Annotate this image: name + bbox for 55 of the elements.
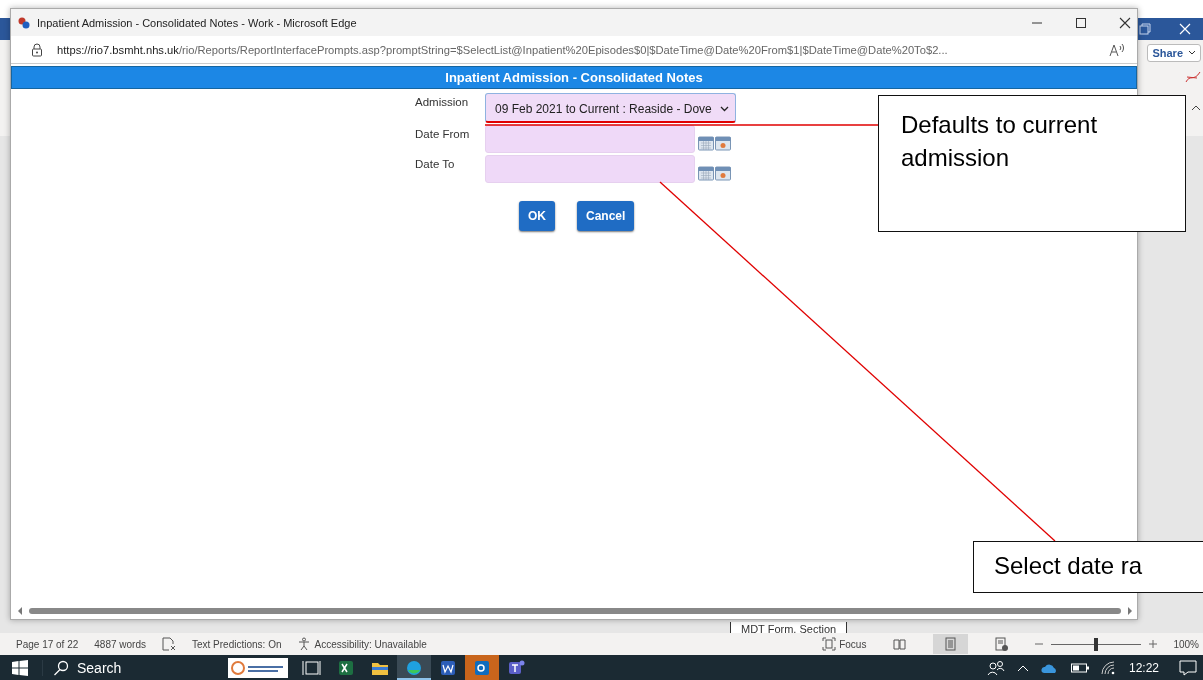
scroll-left-icon[interactable] xyxy=(17,607,23,615)
focus-icon xyxy=(822,637,837,651)
calendar-icon[interactable] xyxy=(698,135,714,151)
callout-note: Defaults to current admission xyxy=(878,95,1186,232)
address-bar-url[interactable]: https://rio7.bsmht.nhs.uk/rio/Reports/ReportInterfacePrompts.asp?promptString=$SelectList@Inpatient%20Episodes$0|$DateTime@Date%20From$1|$DateTime@Date%20To$2... xyxy=(57,43,1095,56)
people-icon[interactable] xyxy=(986,659,1005,676)
admission-dropdown[interactable]: 09 Feb 2021 to Current : Reaside - Dove xyxy=(485,93,736,123)
word-count[interactable]: 4887 words xyxy=(94,638,146,650)
close-icon[interactable] xyxy=(1119,16,1131,29)
calendar-date-icon[interactable] xyxy=(715,135,731,151)
mail-app-icon[interactable] xyxy=(465,655,500,680)
browser-app-icon[interactable] xyxy=(397,655,432,680)
form-button[interactable]: Cancel xyxy=(577,201,635,231)
page-header: Inpatient Admission - Consolidated Notes xyxy=(11,66,1137,89)
date-input-field[interactable] xyxy=(485,155,695,183)
windows-start-icon[interactable] xyxy=(12,659,28,676)
restore-icon[interactable] xyxy=(1139,23,1151,35)
window-title: Inpatient Admission - Consolidated Notes - Work - Microsoft Edge xyxy=(37,16,357,29)
app-logo-icon xyxy=(17,15,31,30)
chevron-down-icon xyxy=(719,106,729,112)
chevron-up-icon[interactable] xyxy=(1016,663,1029,672)
wifi-icon[interactable] xyxy=(1100,660,1117,675)
text-predictions-status[interactable]: Text Predictions: On xyxy=(192,638,282,650)
calendar-date-icon[interactable] xyxy=(715,165,731,181)
notification-icon[interactable] xyxy=(1179,659,1197,676)
read-view-icon[interactable] xyxy=(892,637,908,651)
chevron-down-icon xyxy=(1188,50,1196,56)
page-count[interactable]: Page 17 of 22 xyxy=(16,638,79,650)
form-button[interactable]: OK xyxy=(519,201,555,231)
slider-thumb[interactable] xyxy=(1094,637,1099,651)
field-label: Date To xyxy=(415,157,456,170)
search-box[interactable]: Search xyxy=(42,659,222,676)
battery-icon[interactable] xyxy=(1070,662,1089,673)
share-button[interactable]: Share xyxy=(1147,44,1201,62)
clock[interactable]: 12:22 xyxy=(1128,660,1159,675)
field-label: Admission xyxy=(415,95,470,108)
maximize-icon[interactable] xyxy=(1075,16,1087,29)
search-icon xyxy=(53,659,69,676)
calendar-icon[interactable] xyxy=(698,165,714,181)
focus-button[interactable]: Focus xyxy=(822,637,867,651)
proofing-icon[interactable] xyxy=(162,637,176,651)
accessibility-status[interactable]: Accessibility: Unavailable xyxy=(297,637,427,651)
web-view-icon[interactable] xyxy=(994,637,1010,651)
chevron-up-icon[interactable] xyxy=(1191,104,1201,111)
callout-note: Select date ra xyxy=(973,541,1203,593)
scroll-right-icon[interactable] xyxy=(1127,607,1133,615)
pen-scribble-icon xyxy=(1185,70,1201,84)
field-label: Date From xyxy=(415,127,471,140)
date-input-field[interactable] xyxy=(485,125,695,153)
plus-icon[interactable] xyxy=(1149,640,1158,648)
accessibility-icon xyxy=(297,637,312,651)
zoom-level[interactable]: 100% xyxy=(1173,638,1199,650)
scrollbar-thumb[interactable] xyxy=(29,608,1121,614)
read-aloud-icon[interactable] xyxy=(1109,42,1125,57)
lock-icon[interactable] xyxy=(31,42,43,57)
